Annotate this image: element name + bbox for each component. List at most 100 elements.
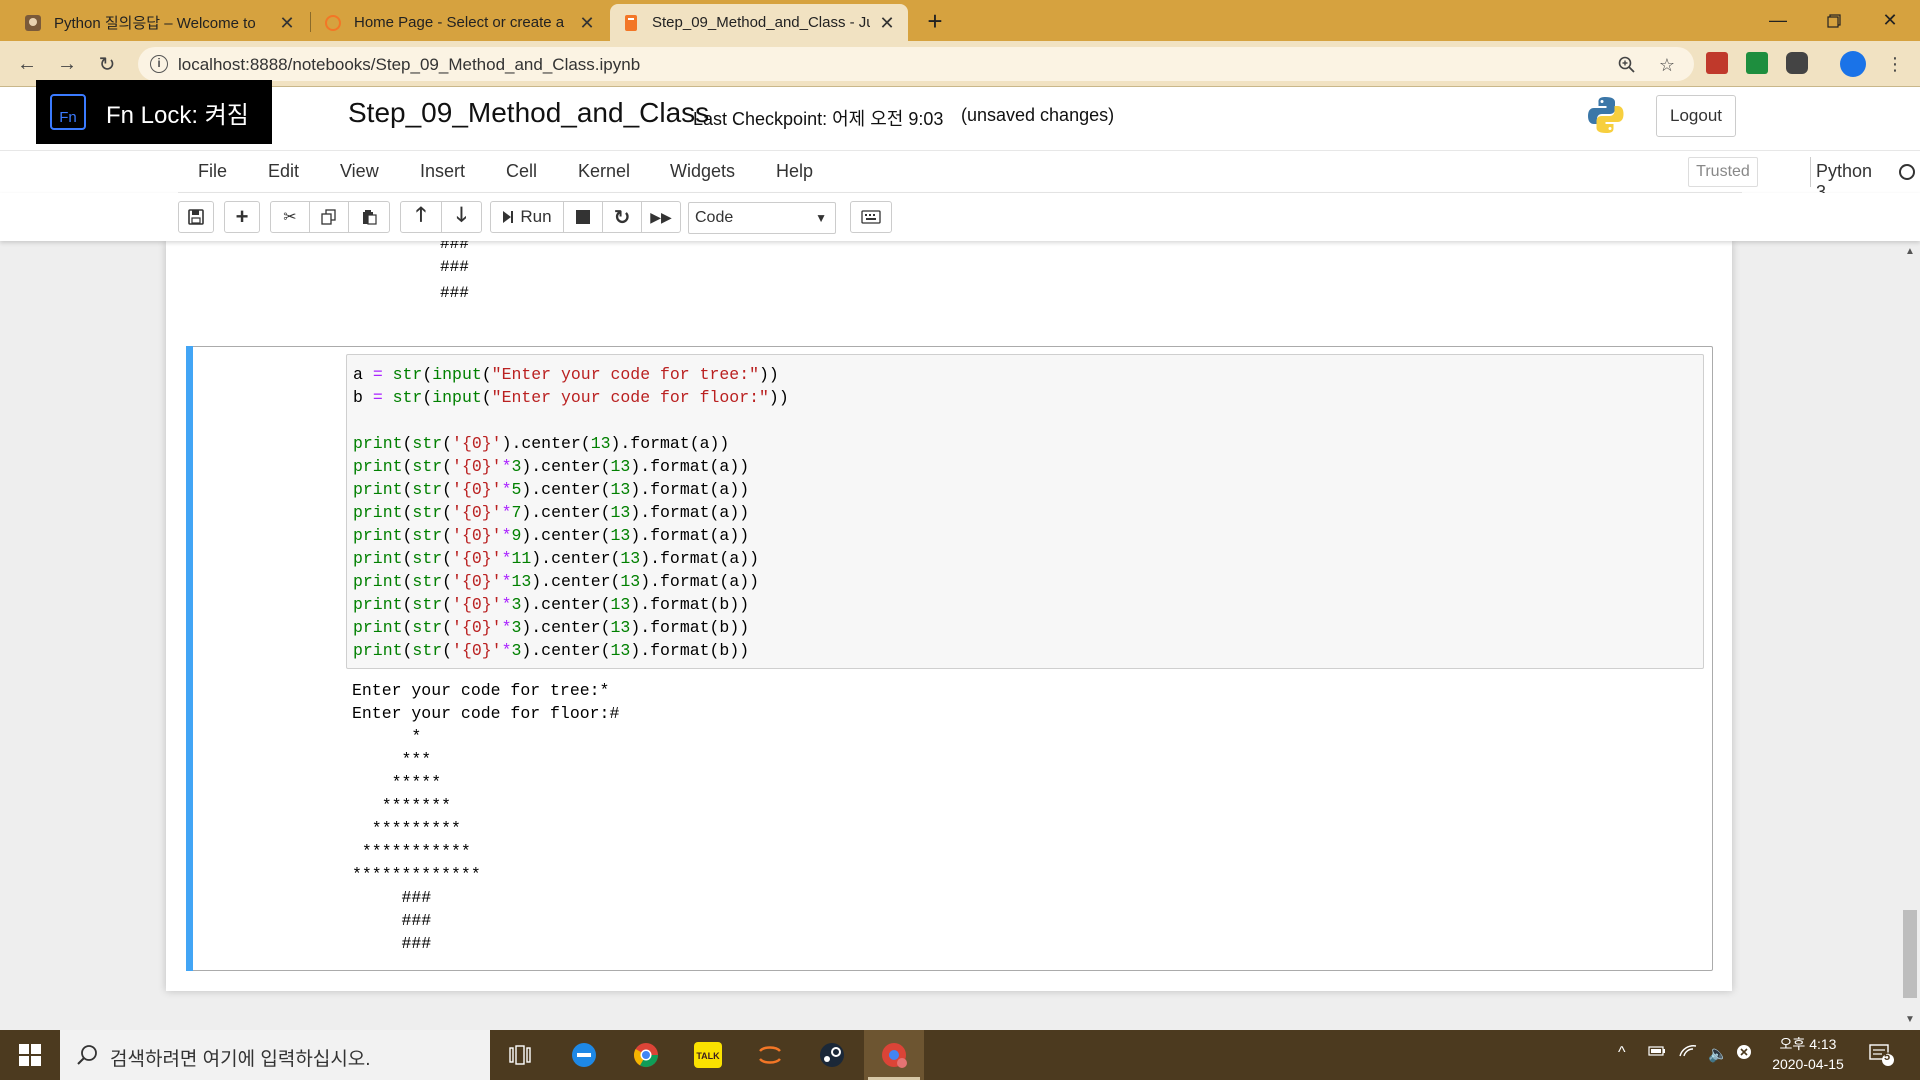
browser-tab-bar: Python 질의응답 – Welcome to ✕ Home Page - S… [0,0,1920,41]
kakaotalk-icon: TALK [694,1042,722,1068]
taskbar-chrome-profile[interactable] [864,1030,924,1080]
pdf-extension-icon[interactable] [1706,52,1728,74]
menu-help[interactable]: Help [776,161,813,182]
menu-insert[interactable]: Insert [420,161,465,182]
insert-cell-button[interactable]: + [224,201,260,233]
restart-run-all-button[interactable]: ▶▶ [641,201,681,233]
move-up-button[interactable]: 🡑 [400,201,442,233]
scroll-down-arrow-icon[interactable]: ▼ [1902,1012,1918,1028]
browser-tab-python-qa[interactable]: Python 질의응답 – Welcome to ✕ [12,4,308,41]
fn-lock-text: Fn Lock: 켜짐 [106,101,249,129]
cell-selection-bar [186,346,193,971]
logout-button[interactable]: Logout [1656,95,1736,137]
close-tab-icon[interactable]: ✕ [278,14,296,32]
taskbar-kakaotalk[interactable]: TALK [678,1030,738,1080]
taskbar-search-input[interactable]: 검색하려면 여기에 입력하십시오. [60,1030,490,1080]
menu-file[interactable]: File [198,161,227,182]
jupyter-app-icon [759,1046,781,1064]
cell-output: Enter your code for tree:* Enter your cod… [352,679,619,955]
menu-edit[interactable]: Edit [268,161,299,182]
cell-type-value: Code [695,209,734,226]
notebook-toolbar: + ✂ 🡑 🡓 Run ↻ ▶▶ Code ▼ [0,193,1920,241]
wifi-icon[interactable] [1678,1044,1698,1063]
scrollbar-thumb[interactable] [1903,910,1917,998]
copy-icon [321,209,336,225]
plus-icon: + [235,204,249,229]
taskbar-steam[interactable] [802,1030,862,1080]
previous-output-line: ### [440,284,469,302]
close-tab-icon[interactable]: ✕ [578,14,596,32]
reload-icon[interactable]: ↻ [92,49,122,79]
taskbar-edge[interactable] [554,1030,614,1080]
tab-title: Python 질의응답 – Welcome to [54,15,256,32]
close-window-icon[interactable]: ✕ [1862,0,1918,41]
shield-extension-icon[interactable] [1786,52,1808,74]
arrow-up-icon: 🡑 [415,204,427,226]
chrome-profile-icon [882,1043,907,1068]
output-line: ### [352,911,432,930]
code-line: print(str('{0}'*3).center(13).format(b)) [353,641,750,660]
zoom-icon[interactable] [1616,54,1638,76]
run-label: Run [520,207,552,226]
cut-button[interactable]: ✂ [270,201,310,233]
copy-button[interactable] [309,201,349,233]
notebook-name[interactable]: Step_09_Method_and_Class [348,97,709,129]
site-info-icon[interactable]: i [150,55,168,73]
browser-tab-notebook[interactable]: Step_09_Method_and_Class - Ju ✕ [610,4,908,41]
fn-key-icon: Fn [50,94,86,130]
interrupt-button[interactable] [563,201,603,233]
cell-type-select[interactable]: Code ▼ [688,202,836,234]
taskbar-chrome[interactable] [616,1030,676,1080]
output-line: Enter your code for floor:# [352,704,620,723]
url-field[interactable]: i localhost:8888/notebooks/Step_09_Metho… [138,47,1694,81]
close-tab-icon[interactable]: ✕ [878,14,896,32]
battery-icon[interactable] [1648,1044,1666,1062]
move-down-button[interactable]: 🡓 [441,201,482,233]
scroll-up-arrow-icon[interactable]: ▲ [1902,244,1918,260]
menu-widgets[interactable]: Widgets [670,161,735,182]
taskbar-jupyter[interactable] [740,1030,800,1080]
save-button[interactable] [178,201,214,233]
new-tab-icon[interactable]: + [920,6,950,36]
menu-view[interactable]: View [340,161,379,182]
run-button[interactable]: Run [490,201,564,233]
system-clock[interactable]: 오후 4:13 2020-04-15 [1766,1034,1850,1074]
minimize-window-icon[interactable]: — [1750,0,1806,41]
show-hidden-icons-icon[interactable]: ^ [1618,1044,1626,1062]
restart-button[interactable]: ↻ [602,201,642,233]
python-logo-icon [1588,97,1624,133]
output-line: ### [352,888,432,907]
maximize-window-icon[interactable] [1806,0,1862,41]
output-line: ### [352,934,432,953]
step-forward-icon [503,211,514,223]
bookmark-star-icon[interactable]: ☆ [1656,54,1678,76]
volume-icon[interactable]: 🔈 [1708,1044,1728,1064]
menu-kernel[interactable]: Kernel [578,161,630,182]
task-view-button[interactable] [490,1030,550,1080]
url-text: localhost:8888/notebooks/Step_09_Method_… [178,55,641,74]
action-center-button[interactable]: 5 [1868,1041,1894,1072]
code-cell-selected[interactable]: In [5]: a = str(input("Enter your code f… [186,346,1713,971]
jupyter-favicon-icon [324,14,342,32]
kernel-separator [1810,157,1811,187]
output-line: *********** [352,842,471,861]
browser-menu-icon[interactable]: ⋮ [1884,53,1906,75]
command-palette-button[interactable] [850,201,892,233]
browser-tab-home-page[interactable]: Home Page - Select or create a ✕ [312,4,608,41]
code-line: b = str(input("Enter your code for floor… [353,388,789,407]
menu-cell[interactable]: Cell [506,161,537,182]
paste-button[interactable] [348,201,390,233]
refresh-icon: ↻ [613,206,631,229]
keyboard-icon [861,210,881,224]
network-disconnected-icon[interactable] [1736,1044,1752,1065]
trusted-badge[interactable]: Trusted [1688,157,1758,187]
output-line: * [352,727,422,746]
profile-avatar-icon[interactable] [1840,51,1866,77]
forward-arrow-icon[interactable]: → [52,49,82,79]
classroom-extension-icon[interactable] [1746,52,1768,74]
python-qa-favicon-icon [24,14,42,32]
code-editor[interactable]: a = str(input("Enter your code for tree:… [346,354,1704,669]
back-arrow-icon[interactable]: ← [12,49,42,79]
start-button[interactable] [0,1030,60,1080]
